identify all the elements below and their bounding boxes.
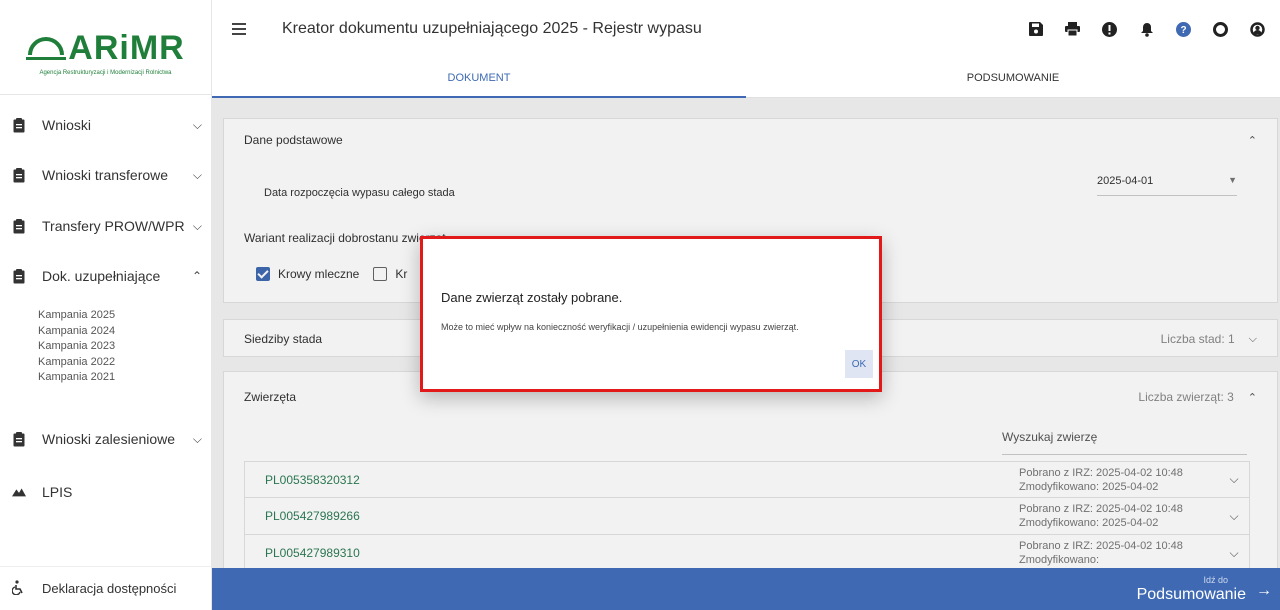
- sidebar-item-label: Dok. uzupełniające: [42, 268, 161, 284]
- logo[interactable]: ARiMR Agencja Restrukturyzacji i Moderni…: [0, 0, 211, 95]
- tabs: DOKUMENT PODSUMOWANIE: [212, 58, 1280, 98]
- clipboard-icon: [12, 218, 26, 234]
- clipboard-icon: [12, 117, 26, 133]
- logo-arc-icon: [26, 37, 67, 60]
- mountain-icon: [12, 484, 26, 500]
- logo-mark: ARiMR: [26, 29, 184, 68]
- summary-label: Podsumowanie: [1136, 586, 1246, 603]
- chevron-up-icon: ⌃: [191, 269, 202, 283]
- sidebar-subitem-kampania-2024[interactable]: Kampania 2024: [38, 324, 115, 340]
- tab-dokument[interactable]: DOKUMENT: [212, 58, 746, 98]
- sidebar-item-lpis[interactable]: LPIS: [0, 480, 212, 504]
- topbar: Kreator dokumentu uzupełniającego 2025 -…: [212, 0, 1280, 58]
- alert-icon[interactable]: [1091, 14, 1128, 44]
- sidebar-item-label: Transfery PROW/WPR: [42, 218, 185, 234]
- sidebar-item-transfery[interactable]: Transfery PROW/WPR ⌵: [0, 214, 212, 238]
- dialog-title: Dane zwierząt zostały pobrane.: [441, 290, 623, 305]
- data-loaded-dialog: Dane zwierząt zostały pobrane. Może to m…: [420, 236, 882, 392]
- go-to-summary-button[interactable]: Idź do Podsumowanie →: [212, 568, 1280, 610]
- clipboard-icon: [12, 431, 26, 447]
- hamburger-menu-icon[interactable]: [232, 23, 252, 35]
- chevron-down-icon: ⌵: [192, 167, 202, 182]
- sidebar-item-label: Wnioski zalesieniowe: [42, 431, 176, 447]
- save-icon[interactable]: [1017, 14, 1054, 44]
- help-icon[interactable]: ?: [1165, 14, 1202, 44]
- ok-button[interactable]: OK: [845, 350, 873, 378]
- page-title: Kreator dokumentu uzupełniającego 2025 -…: [282, 20, 702, 37]
- dialog-message: Może to mieć wpływ na konieczność weryfi…: [441, 322, 799, 332]
- sidebar: ARiMR Agencja Restrukturyzacji i Moderni…: [0, 0, 212, 610]
- sidebar-subitem-kampania-2023[interactable]: Kampania 2023: [38, 339, 115, 355]
- sidebar-sublist: Kampania 2025 Kampania 2024 Kampania 202…: [38, 308, 115, 386]
- chevron-down-icon: ⌵: [192, 218, 202, 233]
- sidebar-item-wnioski-transferowe[interactable]: Wnioski transferowe ⌵: [0, 163, 212, 187]
- clipboard-icon: [12, 268, 26, 284]
- accessibility-declaration-link[interactable]: Deklaracja dostępności: [0, 566, 212, 610]
- accessibility-label: Deklaracja dostępności: [42, 581, 177, 596]
- go-to-label: Idź do: [1203, 575, 1228, 585]
- sidebar-subitem-kampania-2025[interactable]: Kampania 2025: [38, 308, 115, 324]
- chevron-down-icon: ⌵: [192, 431, 202, 446]
- logo-text: ARiMR: [68, 28, 185, 67]
- tab-podsumowanie[interactable]: PODSUMOWANIE: [746, 58, 1280, 97]
- sidebar-item-label: Wnioski transferowe: [42, 167, 169, 183]
- user-icon[interactable]: [1239, 14, 1276, 44]
- sidebar-item-label: Wnioski: [42, 117, 92, 133]
- svg-text:?: ?: [1180, 25, 1186, 36]
- toolbar: ?: [1017, 14, 1276, 44]
- sidebar-subitem-kampania-2022[interactable]: Kampania 2022: [38, 355, 115, 371]
- bell-icon[interactable]: [1128, 14, 1165, 44]
- sidebar-item-dok-uzupelniajace[interactable]: Dok. uzupełniające ⌃: [0, 264, 212, 288]
- sidebar-item-wnioski-zalesieniowe[interactable]: Wnioski zalesieniowe ⌵: [0, 427, 212, 451]
- circle-icon[interactable]: [1202, 14, 1239, 44]
- clipboard-icon: [12, 167, 26, 183]
- sidebar-item-wnioski[interactable]: Wnioski ⌵: [0, 113, 212, 137]
- sidebar-item-label: LPIS: [42, 484, 73, 500]
- logo-subtitle: Agencja Restrukturyzacji i Modernizacji …: [39, 69, 172, 76]
- sidebar-subitem-kampania-2021[interactable]: Kampania 2021: [38, 370, 115, 386]
- print-icon[interactable]: [1054, 14, 1091, 44]
- arrow-right-icon: →: [1256, 582, 1272, 599]
- accessibility-icon: [11, 579, 24, 598]
- chevron-down-icon: ⌵: [192, 117, 202, 132]
